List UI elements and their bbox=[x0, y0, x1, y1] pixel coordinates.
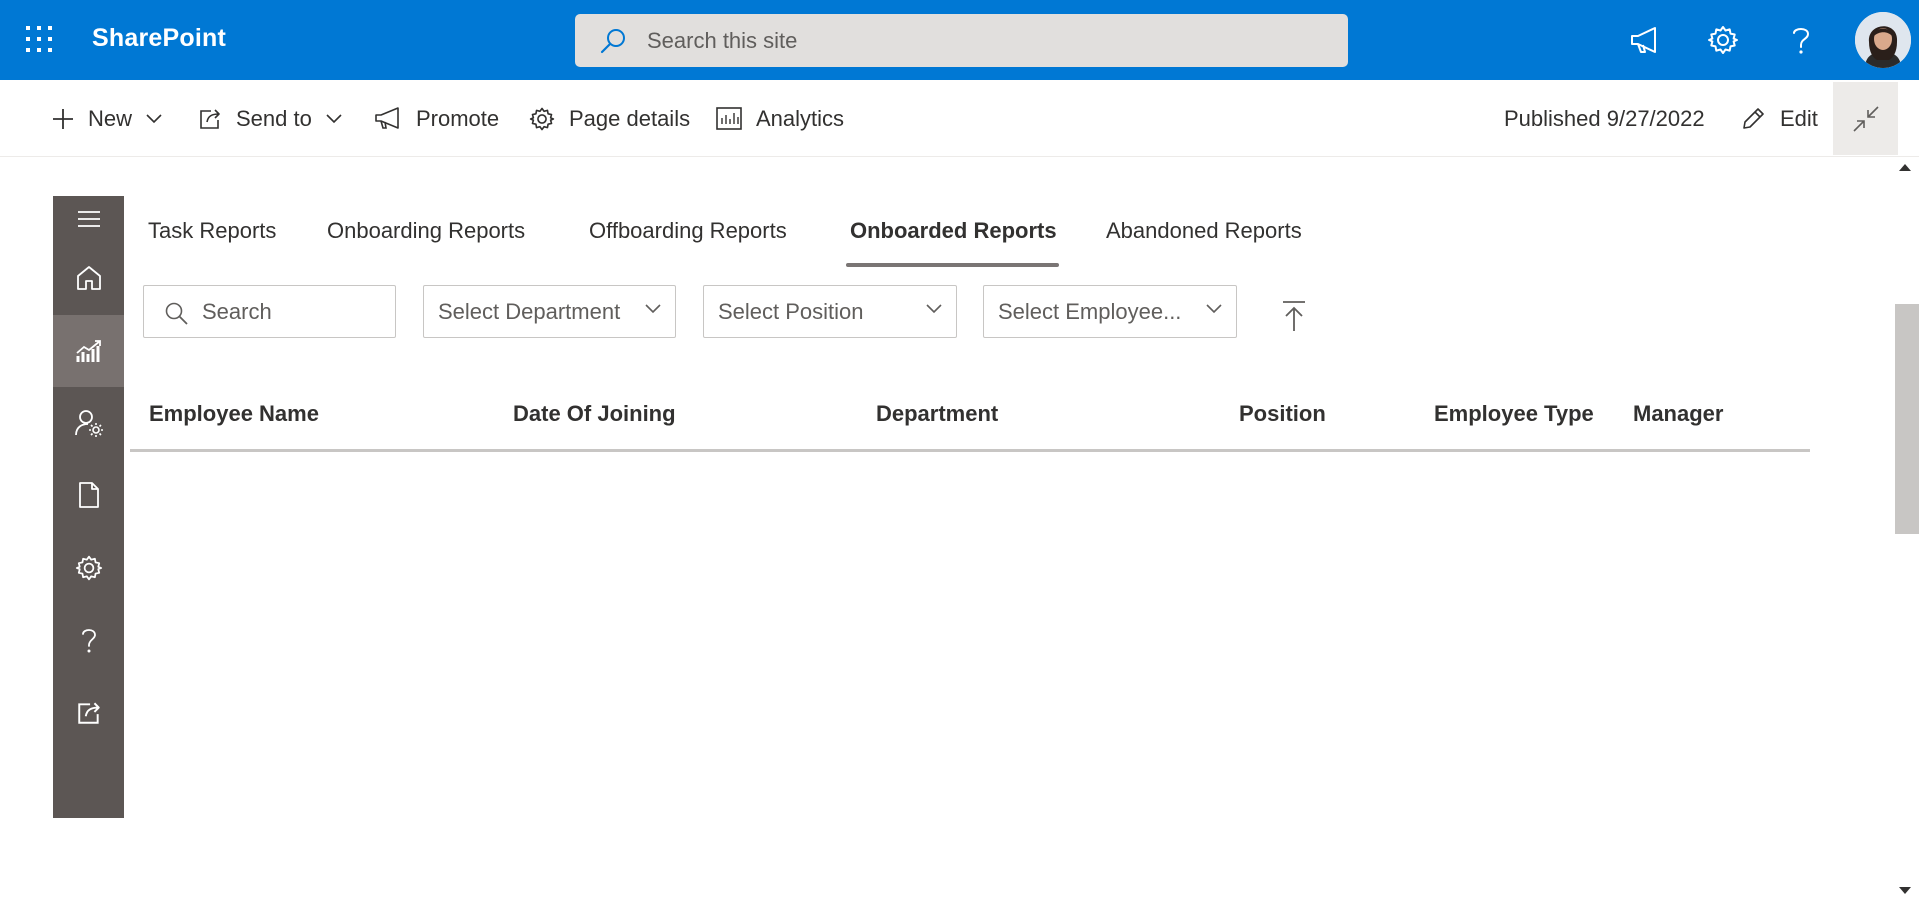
column-header-date-of-joining[interactable]: Date Of Joining bbox=[513, 401, 676, 427]
active-tab-indicator bbox=[846, 263, 1059, 267]
tab-abandoned-reports[interactable]: Abandoned Reports bbox=[1106, 218, 1302, 244]
analytics-nav-icon[interactable] bbox=[53, 315, 124, 387]
site-search-box[interactable] bbox=[575, 14, 1348, 67]
published-status: Published 9/27/2022 bbox=[1504, 106, 1705, 131]
plus-icon bbox=[52, 108, 74, 130]
megaphone-icon[interactable] bbox=[1625, 20, 1665, 60]
scroll-up-icon[interactable] bbox=[1898, 162, 1912, 172]
user-settings-icon[interactable] bbox=[53, 387, 124, 459]
site-search-input[interactable] bbox=[647, 14, 1327, 67]
chevron-down-icon bbox=[645, 304, 661, 314]
share-icon bbox=[198, 107, 222, 131]
chevron-down-icon bbox=[326, 114, 342, 124]
department-select[interactable]: Select Department bbox=[423, 285, 676, 338]
share-icon[interactable] bbox=[53, 677, 124, 749]
send-to-button[interactable]: Send to bbox=[198, 102, 342, 136]
chevron-down-icon bbox=[146, 114, 162, 124]
help-icon[interactable] bbox=[1781, 20, 1821, 60]
home-icon[interactable] bbox=[53, 242, 124, 314]
employee-select-value: Select Employee... bbox=[998, 299, 1182, 324]
scrollbar-thumb[interactable] bbox=[1895, 304, 1919, 534]
document-icon[interactable] bbox=[53, 459, 124, 531]
column-header-employee-type[interactable]: Employee Type bbox=[1434, 401, 1594, 427]
settings-gear-icon[interactable] bbox=[1703, 20, 1743, 60]
edit-label: Edit bbox=[1780, 106, 1818, 131]
promote-label: Promote bbox=[416, 106, 500, 131]
promote-button[interactable]: Promote bbox=[374, 102, 499, 136]
new-label: New bbox=[88, 106, 133, 131]
department-select-value: Select Department bbox=[438, 299, 621, 324]
search-icon bbox=[164, 301, 188, 325]
column-header-employee-name[interactable]: Employee Name bbox=[149, 401, 319, 427]
tab-task-reports[interactable]: Task Reports bbox=[148, 218, 276, 244]
collapse-arrows-icon bbox=[1852, 105, 1880, 133]
employee-select[interactable]: Select Employee... bbox=[983, 285, 1237, 338]
menu-icon[interactable] bbox=[53, 196, 124, 242]
user-avatar[interactable] bbox=[1855, 12, 1911, 68]
search-input[interactable] bbox=[202, 286, 382, 337]
chevron-down-icon bbox=[1206, 304, 1222, 314]
help-icon[interactable] bbox=[53, 604, 124, 676]
analytics-label: Analytics bbox=[756, 106, 845, 131]
tab-onboarding-reports[interactable]: Onboarding Reports bbox=[327, 218, 525, 244]
page-details-button[interactable]: Page details bbox=[529, 102, 690, 136]
column-header-department[interactable]: Department bbox=[876, 401, 998, 427]
chevron-down-icon bbox=[926, 304, 942, 314]
collapse-button[interactable] bbox=[1833, 82, 1898, 155]
position-select[interactable]: Select Position bbox=[703, 285, 957, 338]
send-to-label: Send to bbox=[236, 106, 312, 131]
edit-button[interactable]: Edit bbox=[1740, 102, 1818, 136]
column-header-manager[interactable]: Manager bbox=[1633, 401, 1723, 427]
analytics-button[interactable]: Analytics bbox=[716, 102, 844, 136]
page-details-label: Page details bbox=[569, 106, 691, 131]
column-header-position[interactable]: Position bbox=[1239, 401, 1326, 427]
search-icon bbox=[599, 27, 627, 55]
analytics-icon bbox=[716, 107, 742, 131]
position-select-value: Select Position bbox=[718, 299, 864, 324]
app-launcher-icon[interactable] bbox=[22, 22, 56, 56]
table-header-divider bbox=[130, 449, 1810, 452]
tab-onboarded-reports[interactable]: Onboarded Reports bbox=[850, 218, 1057, 244]
pencil-icon bbox=[1740, 106, 1766, 132]
gear-icon[interactable] bbox=[53, 532, 124, 604]
suite-bar: SharePoint bbox=[0, 0, 1919, 80]
megaphone-icon bbox=[374, 107, 402, 131]
export-upload-icon[interactable] bbox=[1280, 300, 1308, 332]
scroll-down-icon[interactable] bbox=[1898, 886, 1912, 896]
gear-icon bbox=[529, 106, 555, 132]
new-button[interactable]: New bbox=[52, 102, 162, 136]
brand-title[interactable]: SharePoint bbox=[92, 24, 226, 53]
search-filter[interactable] bbox=[143, 285, 396, 338]
tab-offboarding-reports[interactable]: Offboarding Reports bbox=[589, 218, 787, 244]
left-nav bbox=[53, 196, 124, 818]
